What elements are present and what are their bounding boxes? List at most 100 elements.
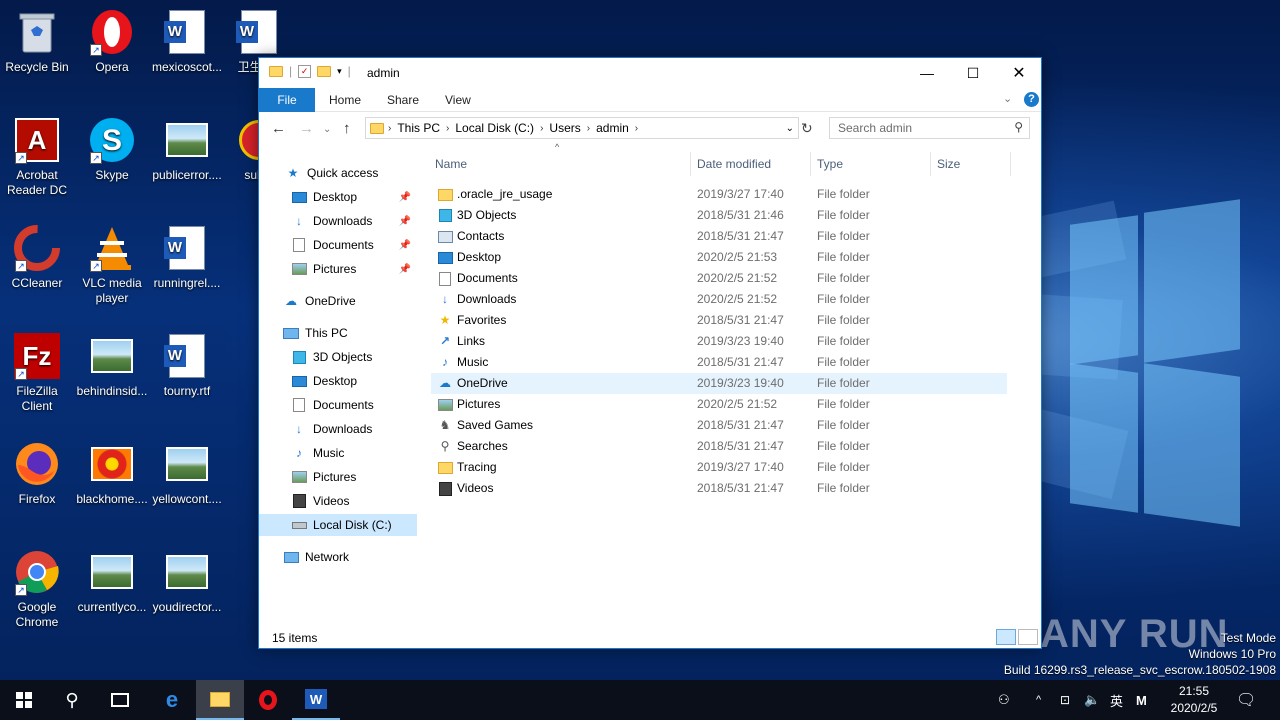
tab-home[interactable]: Home	[315, 88, 375, 112]
nav-quick-documents[interactable]: Documents 📌	[259, 234, 417, 256]
pin-icon[interactable]: 📌	[399, 216, 411, 227]
new-folder-icon[interactable]	[317, 65, 332, 77]
ime-indicator[interactable]: 英	[1110, 680, 1123, 720]
title-bar[interactable]: | ✓ ▾ | admin — ☐ ✕	[259, 58, 1041, 88]
search-input[interactable]: Search admin ⚲	[829, 117, 1030, 139]
breadcrumb-admin[interactable]: admin	[590, 121, 635, 135]
nav-pc-videos[interactable]: Videos	[259, 490, 417, 512]
notifications-icon[interactable]: 🗨	[1236, 680, 1256, 720]
address-bar[interactable]: › This PC › Local Disk (C:) › Users › ad…	[365, 117, 799, 139]
file-row[interactable]: Videos 2018/5/31 21:47 File folder	[431, 478, 1007, 499]
desktop-icon-currentlyco[interactable]: currentlyco...	[75, 548, 149, 615]
nav-this-pc[interactable]: This PC	[259, 322, 417, 344]
clock[interactable]: 21:55 2020/2/5	[1164, 683, 1224, 717]
start-button[interactable]	[0, 680, 48, 720]
search-button[interactable]: ⚲	[48, 680, 96, 720]
file-row[interactable]: Desktop 2020/2/5 21:53 File folder	[431, 247, 1007, 268]
file-row[interactable]: ★ Favorites 2018/5/31 21:47 File folder	[431, 310, 1007, 331]
column-header-name[interactable]: Name	[429, 152, 691, 176]
desktop-icon-opera[interactable]: ↗ Opera	[75, 8, 149, 75]
file-row[interactable]: ☁ OneDrive 2019/3/23 19:40 File folder	[431, 373, 1007, 394]
refresh-icon[interactable]: ↻	[801, 120, 813, 137]
desktop-icon-filezilla[interactable]: Fz ↗ FileZilla Client	[0, 332, 74, 414]
nav-pc-downloads[interactable]: ↓ Downloads	[259, 418, 417, 440]
file-row[interactable]: Pictures 2020/2/5 21:52 File folder	[431, 394, 1007, 415]
desktop-icon-acrobat[interactable]: A ↗ Acrobat Reader DC	[0, 116, 74, 198]
desktop-icon-youdirector[interactable]: youdirector...	[150, 548, 224, 615]
network-tray-icon[interactable]: ⊡	[1060, 680, 1070, 720]
nav-pc-local-disk[interactable]: Local Disk (C:)	[259, 514, 417, 536]
forward-button[interactable]: →	[299, 120, 314, 137]
file-row[interactable]: ♪ Music 2018/5/31 21:47 File folder	[431, 352, 1007, 373]
tab-share[interactable]: Share	[373, 88, 433, 112]
large-icons-view-icon[interactable]	[1018, 629, 1038, 645]
desktop-icon-recycle-bin[interactable]: Recycle Bin	[0, 8, 74, 75]
minimize-button[interactable]: —	[904, 58, 950, 88]
nav-pc-music[interactable]: ♪ Music	[259, 442, 417, 464]
tab-view[interactable]: View	[431, 88, 485, 112]
expand-ribbon-icon[interactable]: ⌄	[1003, 92, 1012, 105]
file-date: 2019/3/23 19:40	[697, 376, 784, 390]
details-view-icon[interactable]	[996, 629, 1016, 645]
breadcrumb-this-pc[interactable]: This PC	[391, 121, 446, 135]
desktop-icon-runningrel[interactable]: runningrel....	[150, 224, 224, 291]
pin-icon[interactable]: 📌	[399, 264, 411, 275]
file-row[interactable]: Contacts 2018/5/31 21:47 File folder	[431, 226, 1007, 247]
column-header-size[interactable]: Size	[931, 152, 1011, 176]
file-row[interactable]: ♞ Saved Games 2018/5/31 21:47 File folder	[431, 415, 1007, 436]
nav-quick-access[interactable]: ★ Quick access	[259, 162, 417, 184]
desktop-icon-yellowcont[interactable]: yellowcont....	[150, 440, 224, 507]
file-row[interactable]: ↗ Links 2019/3/23 19:40 File folder	[431, 331, 1007, 352]
desktop-icon-publicerror[interactable]: publicerror....	[150, 116, 224, 183]
customize-qat-icon[interactable]: ▾	[337, 66, 342, 77]
nav-pc-documents[interactable]: Documents	[259, 394, 417, 416]
desktop-icon-behindinsid[interactable]: behindinsid...	[75, 332, 149, 399]
desktop-icon-blackhome[interactable]: blackhome....	[75, 440, 149, 507]
column-header-type[interactable]: Type	[811, 152, 931, 176]
file-row[interactable]: ↓ Downloads 2020/2/5 21:52 File folder	[431, 289, 1007, 310]
back-button[interactable]: ←	[271, 120, 286, 137]
nav-pc-desktop[interactable]: Desktop	[259, 370, 417, 392]
nav-quick-desktop[interactable]: Desktop 📌	[259, 186, 417, 208]
file-row[interactable]: Documents 2020/2/5 21:52 File folder	[431, 268, 1007, 289]
ime-mode-icon[interactable]: M	[1136, 680, 1147, 720]
up-button[interactable]: ↑	[343, 120, 351, 137]
recent-locations-icon[interactable]: ⌄	[323, 124, 331, 135]
file-row[interactable]: ⚲ Searches 2018/5/31 21:47 File folder	[431, 436, 1007, 457]
close-button[interactable]: ✕	[996, 58, 1042, 88]
desktop-icon-mexicoscot[interactable]: mexicoscot...	[150, 8, 224, 75]
nav-quick-downloads[interactable]: ↓ Downloads 📌	[259, 210, 417, 232]
people-icon[interactable]: ⚇	[998, 680, 1010, 720]
breadcrumb-local-disk[interactable]: Local Disk (C:)	[449, 121, 540, 135]
tab-file[interactable]: File	[259, 88, 315, 112]
nav-network[interactable]: Network	[259, 546, 417, 568]
properties-icon[interactable]: ✓	[298, 64, 312, 78]
desktop-icon-firefox[interactable]: Firefox	[0, 440, 74, 507]
desktop-icon-ccleaner[interactable]: ↗ CCleaner	[0, 224, 74, 291]
file-row[interactable]: Tracing 2019/3/27 17:40 File folder	[431, 457, 1007, 478]
file-row[interactable]: 3D Objects 2018/5/31 21:46 File folder	[431, 205, 1007, 226]
taskbar-opera[interactable]	[244, 680, 292, 720]
show-hidden-icons[interactable]: ^	[1036, 680, 1041, 720]
taskbar-file-explorer[interactable]	[196, 680, 244, 720]
nav-pc-3d-objects[interactable]: 3D Objects	[259, 346, 417, 368]
column-header-date[interactable]: Date modified	[691, 152, 811, 176]
nav-pc-pictures[interactable]: Pictures	[259, 466, 417, 488]
desktop-icon-tourny[interactable]: tourny.rtf	[150, 332, 224, 399]
task-view-button[interactable]	[96, 680, 144, 720]
breadcrumb-users[interactable]: Users	[543, 121, 586, 135]
desktop-icon-chrome[interactable]: ↗ Google Chrome	[0, 548, 74, 630]
nav-onedrive[interactable]: ☁ OneDrive	[259, 290, 417, 312]
desktop-icon-skype[interactable]: S ↗ Skype	[75, 116, 149, 183]
taskbar-edge[interactable]: e	[148, 680, 196, 720]
maximize-button[interactable]: ☐	[950, 58, 996, 88]
address-dropdown-icon[interactable]: ⌄	[786, 123, 794, 134]
help-icon[interactable]: ?	[1024, 92, 1039, 107]
file-row[interactable]: .oracle_jre_usage 2019/3/27 17:40 File fol…	[431, 184, 1007, 205]
volume-icon[interactable]: 🔈	[1084, 680, 1100, 720]
desktop-icon-vlc[interactable]: ↗ VLC media player	[75, 224, 149, 306]
pin-icon[interactable]: 📌	[399, 240, 411, 251]
pin-icon[interactable]: 📌	[399, 192, 411, 203]
nav-quick-pictures[interactable]: Pictures 📌	[259, 258, 417, 280]
taskbar-word[interactable]: W	[292, 680, 340, 720]
